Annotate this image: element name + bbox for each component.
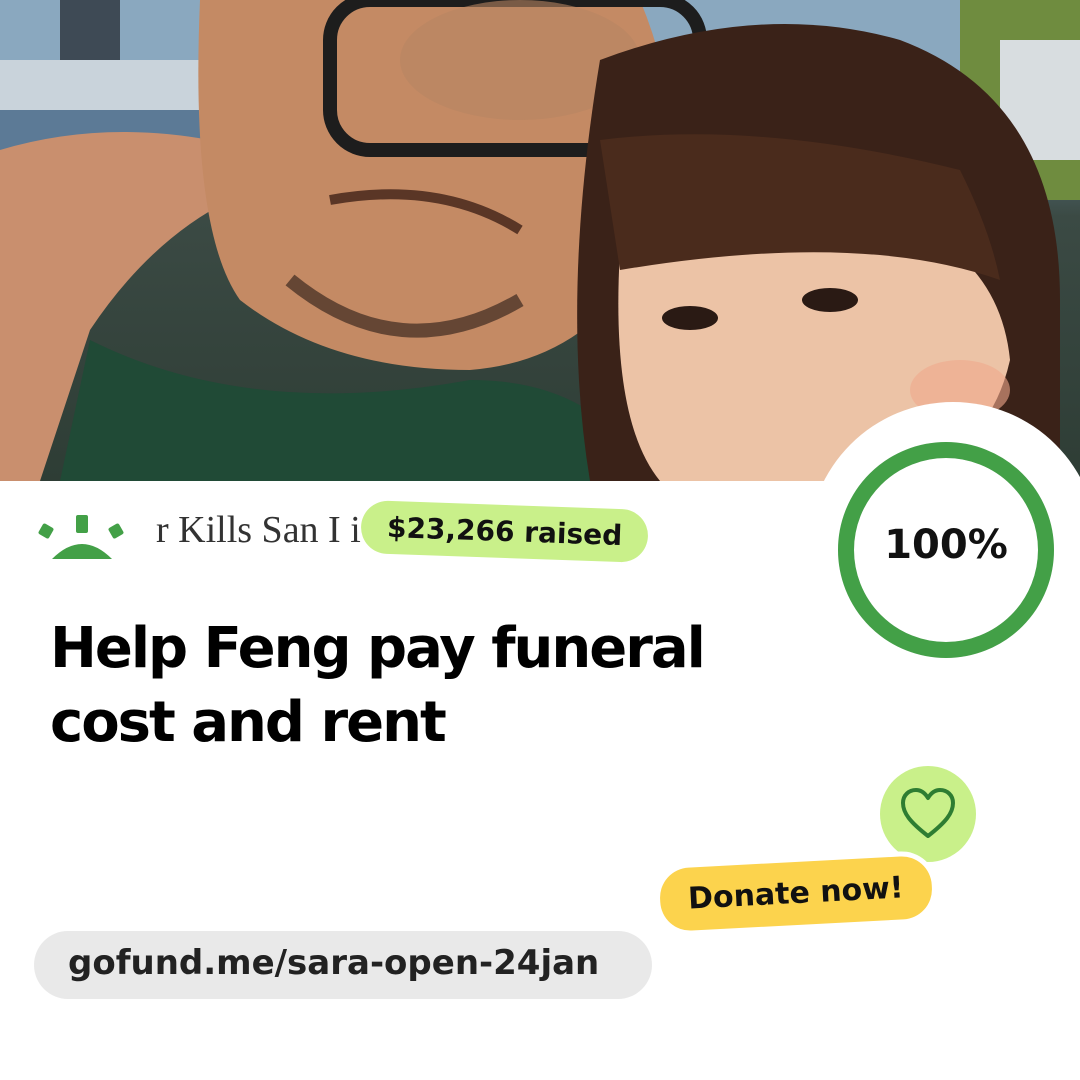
campaign-title: Help Feng pay funeral cost and rent [50, 612, 770, 760]
campaign-url-pill[interactable]: gofund.me/sara-open-24jan [34, 931, 652, 999]
campaign-card: r Kills San I ing To $23,266 raised 100%… [0, 0, 1080, 1080]
donate-now-button[interactable]: Donate now! [658, 854, 934, 933]
campaign-url-text: gofund.me/sara-open-24jan [68, 943, 600, 983]
heart-icon [901, 788, 955, 838]
campaign-title-line-2: cost and rent [50, 690, 447, 755]
donate-now-label: Donate now! [687, 870, 905, 917]
amount-raised-badge: $23,266 raised [360, 500, 650, 563]
gofundme-sun-icon [38, 515, 124, 559]
heart-badge [880, 766, 976, 862]
campaign-title-line-1: Help Feng pay funeral [50, 616, 706, 681]
amount-raised-label: $23,266 raised [386, 510, 623, 553]
progress-percent-label: 100% [884, 522, 1008, 568]
